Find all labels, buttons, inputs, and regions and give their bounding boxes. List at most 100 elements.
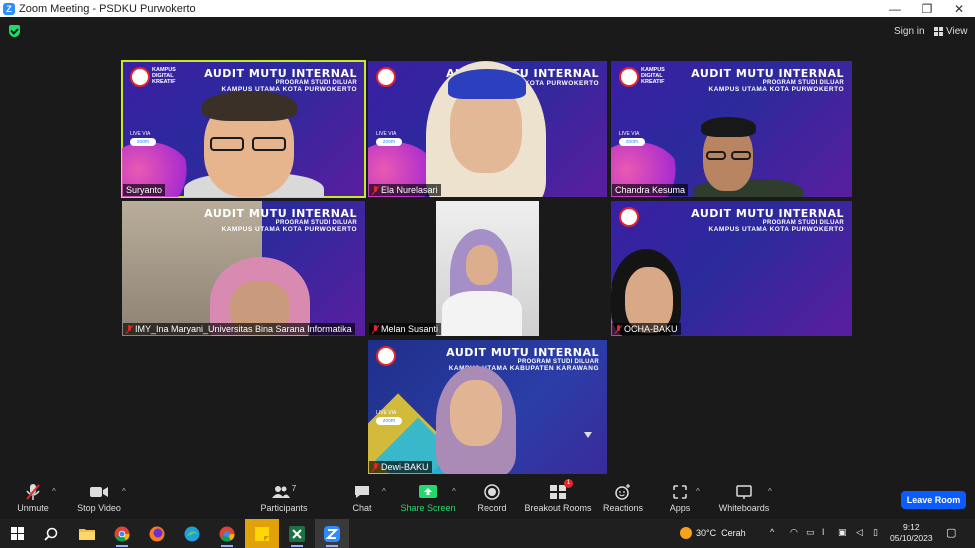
participant-name-label: OCHA-BAKU	[612, 323, 681, 335]
whiteboards-options-caret[interactable]: ^	[768, 487, 772, 496]
weather-widget[interactable]: 30°C Cerah	[680, 527, 746, 539]
university-logo-icon	[130, 67, 150, 87]
participant-name: Suryanto	[126, 185, 163, 195]
video-tile[interactable]: KAMPUS DIGITAL KREATIF AUDIT MUTU INTERN…	[611, 61, 852, 197]
security-shield-icon[interactable]	[9, 25, 20, 37]
firefox-icon[interactable]	[140, 519, 174, 548]
notification-app-icon[interactable]: ▣	[838, 527, 847, 538]
chevron-up-icon[interactable]: ^	[770, 527, 774, 537]
participant-name: Ela Nurelasari	[381, 185, 438, 195]
participant-name: Chandra Kesuma	[615, 185, 686, 195]
banner-header: AUDIT MUTU INTERNAL PROGRAM STUDI DILUAR…	[204, 207, 357, 233]
audio-options-caret[interactable]: ^	[52, 487, 56, 496]
video-tile[interactable]: AUDIT MUTU INTERNAL PROGRAM STUDI DILUAR…	[611, 201, 852, 336]
edge-icon[interactable]	[175, 519, 209, 548]
muted-mic-icon	[372, 324, 379, 334]
video-tile[interactable]: AUDIT MUTU INTERNAL PROGRAM STUDI DILUAR…	[122, 201, 365, 336]
live-label: LIVE VIA	[376, 410, 397, 416]
kampus-label: KAMPUS DIGITAL KREATIF	[641, 67, 665, 85]
record-button[interactable]: Record	[476, 481, 508, 519]
muted-mic-icon	[372, 462, 379, 472]
battery-icon[interactable]: ▯	[873, 527, 878, 538]
university-logo-icon	[619, 207, 639, 227]
zoom-pill: zoom	[376, 417, 402, 425]
windows-taskbar: 30°C Cerah ^ ◠ ▭ ǀ ▣ ◁ ▯ 9:12 05/10/2023…	[0, 519, 975, 548]
windows-logo-icon	[10, 527, 24, 540]
zoom-taskbar-icon[interactable]	[315, 519, 349, 548]
video-tile[interactable]: AUDIT MUTU INTERNAL KAMPUS UTAMA KOTA PU…	[368, 61, 607, 197]
restore-button[interactable]: ❐	[911, 0, 943, 17]
chat-button[interactable]: Chat	[346, 481, 378, 519]
participants-button[interactable]: 7 Participants	[258, 481, 310, 519]
record-icon	[484, 481, 500, 503]
video-options-caret[interactable]: ^	[122, 487, 126, 496]
video-tile[interactable]: AUDIT MUTU INTERNAL PROGRAM STUDI DILUAR…	[368, 340, 607, 474]
share-screen-icon	[419, 481, 437, 503]
view-button[interactable]: View	[934, 26, 968, 37]
clock-time: 9:12	[903, 522, 920, 532]
share-screen-button[interactable]: Share Screen	[400, 481, 456, 519]
participant-name-label: Dewi-BAKU	[369, 461, 432, 473]
participants-count: 7	[291, 483, 297, 493]
banner-title: AUDIT MUTU INTERNAL	[446, 346, 599, 359]
whiteboards-button[interactable]: Whiteboards	[718, 481, 770, 519]
reactions-button[interactable]: Reactions	[602, 481, 644, 519]
meeting-topbar: Sign in View	[0, 17, 975, 45]
apps-label: Apps	[669, 503, 691, 513]
video-tile[interactable]: Melan Susanti	[368, 201, 607, 336]
signin-link[interactable]: Sign in	[894, 26, 925, 37]
video-camera-icon	[90, 481, 108, 503]
record-label: Record	[477, 503, 507, 513]
video-tile[interactable]: KAMPUS DIGITAL KREATIF AUDIT MUTU INTERN…	[121, 60, 366, 198]
share-screen-label: Share Screen	[400, 503, 456, 513]
close-button[interactable]: ✕	[943, 0, 975, 17]
banner-location: KAMPUS UTAMA KOTA PURWOKERTO	[708, 86, 844, 93]
start-button[interactable]	[0, 519, 34, 548]
zoom-pill: zoom	[619, 138, 645, 146]
file-explorer-icon[interactable]	[70, 519, 104, 548]
device-icon[interactable]: ▭	[806, 527, 815, 538]
breakout-rooms-button[interactable]: 1 Breakout Rooms	[524, 479, 592, 519]
chrome-profile-icon[interactable]	[210, 519, 244, 548]
leave-room-button[interactable]: Leave Room	[901, 491, 966, 509]
participant-name: Melan Susanti	[381, 324, 439, 334]
unmute-button[interactable]: Unmute	[12, 481, 54, 519]
clock[interactable]: 9:12 05/10/2023	[890, 522, 933, 544]
apps-button[interactable]: Apps	[666, 481, 694, 519]
microphone-tray-icon[interactable]: ǀ	[822, 527, 824, 537]
participant-name: IMY_Ina Maryani_Universitas Bina Sarana …	[135, 324, 352, 334]
action-center-icon[interactable]: ▢	[946, 526, 956, 539]
chrome-icon[interactable]	[105, 519, 139, 548]
university-logo-icon	[376, 67, 396, 87]
search-button[interactable]	[34, 519, 68, 548]
breakout-rooms-label: Breakout Rooms	[524, 503, 592, 513]
live-label: LIVE VIA	[619, 131, 640, 137]
kampus-label: KAMPUS DIGITAL KREATIF	[152, 67, 176, 85]
muted-mic-icon	[615, 324, 622, 334]
chat-options-caret[interactable]: ^	[382, 487, 386, 496]
sticky-notes-icon[interactable]	[245, 519, 279, 548]
volume-icon[interactable]: ◁	[856, 527, 863, 538]
muted-microphone-icon	[25, 481, 41, 503]
whiteboards-label: Whiteboards	[718, 503, 770, 513]
banner-header: AUDIT MUTU INTERNAL PROGRAM STUDI DILUAR…	[204, 67, 357, 93]
zoom-pill: zoom	[376, 138, 402, 146]
minimize-button[interactable]: —	[879, 0, 911, 17]
network-icon[interactable]: ◠	[790, 527, 798, 538]
participant-name: OCHA-BAKU	[624, 324, 678, 334]
clock-date: 05/10/2023	[890, 533, 933, 543]
participants-label: Participants	[260, 503, 308, 513]
banner-header: AUDIT MUTU INTERNAL PROGRAM STUDI DILUAR…	[691, 207, 844, 233]
apps-options-caret[interactable]: ^	[696, 487, 700, 496]
excel-icon[interactable]	[280, 519, 314, 548]
breakout-rooms-icon: 1	[550, 479, 573, 503]
chevron-down-icon[interactable]	[584, 432, 592, 438]
stop-video-button[interactable]: Stop Video	[76, 481, 122, 519]
meeting-toolbar: Unmute ^ Stop Video ^ 7 Participants Cha…	[0, 479, 975, 519]
participant-name-label: Chandra Kesuma	[612, 184, 689, 196]
banner-location: KAMPUS UTAMA KOTA PURWOKERTO	[708, 226, 844, 233]
zoom-logo-icon: Z	[3, 2, 15, 15]
chat-bubble-icon	[354, 481, 370, 503]
share-options-caret[interactable]: ^	[452, 487, 456, 496]
apps-icon	[673, 481, 687, 503]
